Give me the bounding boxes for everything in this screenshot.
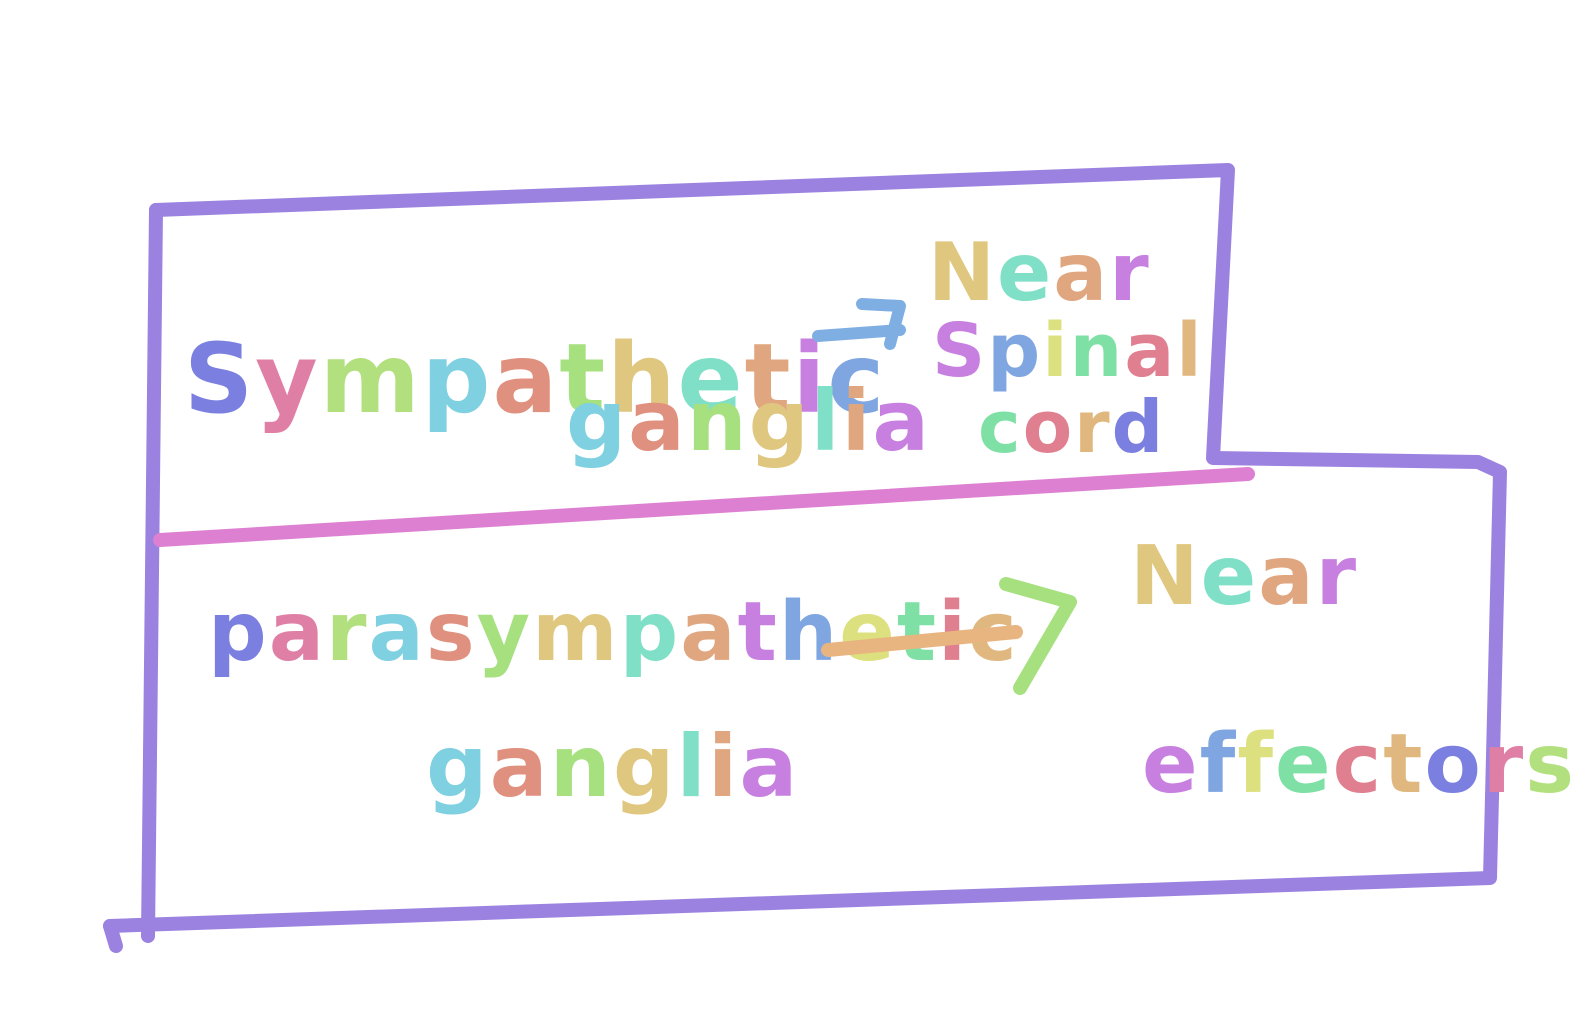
letter: e — [839, 585, 897, 680]
letter: i — [842, 372, 873, 470]
letter: S — [184, 323, 255, 435]
letter: l — [676, 717, 707, 817]
letter: o — [1424, 717, 1482, 812]
letter: i — [1042, 308, 1069, 394]
letter: g — [613, 717, 677, 817]
letter: a — [492, 323, 559, 435]
parasympathetic-ganglia-label: ganglia — [426, 717, 799, 817]
letter: r — [1109, 226, 1150, 319]
letter: n — [1070, 308, 1125, 394]
letter: a — [490, 717, 550, 817]
letter: g — [566, 372, 628, 470]
frame-left-edge — [141, 203, 163, 943]
letter: m — [532, 585, 619, 680]
section-divider — [153, 467, 1255, 547]
letter: a — [269, 585, 326, 680]
letter: e — [1201, 529, 1259, 624]
letter: l — [811, 372, 842, 470]
letter: o — [1023, 385, 1074, 469]
letter: r — [1074, 385, 1112, 469]
parasympathetic-section: parasympathetic ganglia Near effectors — [208, 529, 1570, 817]
diagram-canvas: Sympathetic ganglia Near Spinal cord par… — [103, 163, 1570, 953]
letter: S — [932, 308, 987, 394]
letter: a — [369, 585, 426, 680]
sympathetic-location-spinal: Spinal — [932, 308, 1204, 394]
frame-foot-mark — [103, 919, 123, 953]
sympathetic-ganglia-label: ganglia — [566, 372, 931, 470]
letter: a — [1258, 529, 1315, 624]
letter: h — [779, 585, 839, 680]
letter: g — [426, 717, 490, 817]
letter: m — [320, 323, 422, 435]
letter: p — [987, 308, 1042, 394]
letter: r — [326, 585, 368, 680]
letter: a — [739, 717, 799, 817]
letter: a — [872, 372, 931, 470]
parasympathetic-title: parasympathetic — [208, 585, 1019, 680]
letter: e — [1142, 717, 1200, 812]
letter: p — [620, 585, 681, 680]
letter: s — [1525, 717, 1570, 812]
letter: N — [1130, 529, 1201, 624]
letter: N — [928, 226, 997, 319]
letter: c — [1333, 717, 1384, 812]
letter: a — [680, 585, 737, 680]
letter: y — [255, 323, 320, 435]
letter: s — [426, 585, 477, 680]
letter: n — [687, 372, 749, 470]
letter: i — [708, 717, 739, 817]
letter: p — [422, 323, 493, 435]
letter: e — [1275, 717, 1333, 812]
parasympathetic-location-near: Near — [1130, 529, 1358, 624]
letter: r — [1316, 529, 1358, 624]
sympathetic-section: Sympathetic ganglia Near Spinal cord — [184, 226, 1204, 470]
letter: c — [978, 385, 1023, 469]
letter: p — [208, 585, 269, 680]
letter: a — [1124, 308, 1176, 394]
sympathetic-location-near: Near — [928, 226, 1151, 319]
letter: g — [749, 372, 811, 470]
letter: f — [1200, 717, 1238, 812]
letter: y — [477, 585, 532, 680]
letter: r — [1483, 717, 1525, 812]
letter: t — [1383, 717, 1424, 812]
letter: t — [738, 585, 779, 680]
sympathetic-location-cord: cord — [978, 385, 1165, 469]
letter: n — [550, 717, 613, 817]
parasympathetic-location-effectors: effectors — [1142, 717, 1570, 812]
letter: a — [628, 372, 687, 470]
letter: e — [997, 226, 1053, 319]
letter: l — [1176, 308, 1203, 394]
letter: f — [1237, 717, 1275, 812]
letter: t — [897, 585, 938, 680]
letter: d — [1112, 385, 1166, 469]
letter: a — [1053, 226, 1109, 319]
